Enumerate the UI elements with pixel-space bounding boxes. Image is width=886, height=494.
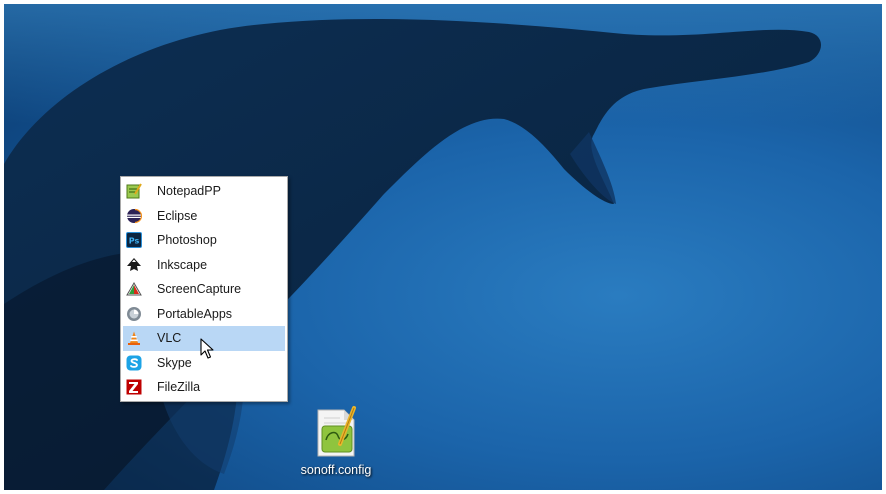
skype-icon [126,355,142,370]
app-launcher-menu[interactable]: NotepadPP Eclipse Ps Photoshop Inkscape [120,176,288,402]
portableapps-icon [127,306,141,321]
menu-item-label: NotepadPP [157,184,221,199]
menu-item-screencapture[interactable]: ScreenCapture [121,277,287,302]
notepadpp-file-icon [317,406,356,457]
menu-item-eclipse[interactable]: Eclipse [121,204,287,229]
menu-item-notepadpp[interactable]: NotepadPP [121,179,287,204]
menu-item-filezilla[interactable]: FileZilla [121,375,287,400]
svg-text:Ps: Ps [129,237,140,246]
menu-item-label: FileZilla [157,380,201,395]
inkscape-icon [127,257,141,271]
menu-item-portableapps[interactable]: PortableApps [121,302,287,327]
menu-item-photoshop[interactable]: Ps Photoshop [121,228,287,253]
eclipse-icon [127,208,142,223]
desktop-file-sonoff-config[interactable]: sonoff.config [294,404,378,477]
desktop[interactable]: sonoff.config NotepadPP Eclipse Ps Photo… [4,4,882,490]
desktop-file-label: sonoff.config [300,463,372,477]
menu-item-label: Eclipse [157,208,198,223]
menu-item-inkscape[interactable]: Inkscape [121,253,287,278]
screencapture-icon [126,282,142,296]
notepadpp-icon [126,183,142,199]
photoshop-icon: Ps [126,232,142,248]
menu-item-label: ScreenCapture [157,282,242,297]
menu-item-label: Skype [157,355,192,370]
menu-item-label: VLC [157,331,182,346]
filezilla-icon [126,379,142,395]
mouse-cursor-icon [200,338,214,359]
vlc-icon [128,331,140,345]
menu-item-label: Inkscape [157,257,208,272]
menu-item-label: Photoshop [157,233,217,248]
menu-item-label: PortableApps [157,306,233,321]
